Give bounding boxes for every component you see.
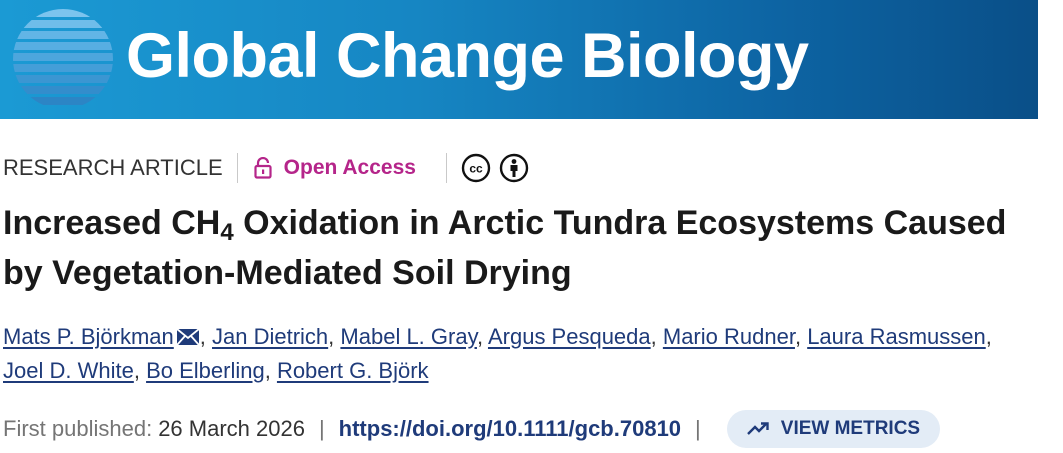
open-access-label: Open Access [283, 156, 416, 179]
author-line-2: Joel D. White, Bo Elberling, Robert G. B… [3, 358, 429, 383]
attribution-icon[interactable] [499, 153, 529, 183]
author-link[interactable]: Mario Rudner [663, 324, 795, 349]
author-line-1: Mats P. Björkman, Jan Dietrich, Mabel L.… [3, 324, 992, 349]
author-link[interactable]: Robert G. Björk [277, 358, 429, 383]
title-line-2: by Vegetation-Mediated Soil Drying [3, 254, 572, 292]
email-envelope-icon[interactable] [176, 328, 200, 346]
author-link[interactable]: Jan Dietrich [212, 324, 328, 349]
author-link[interactable]: Argus Pesqueda [488, 324, 651, 349]
journal-title: Global Change Biology [126, 21, 809, 91]
publication-date: 26 March 2026 [158, 416, 305, 441]
divider [445, 153, 447, 183]
globe-logo-icon [13, 9, 113, 105]
author-link[interactable]: Laura Rasmussen [807, 324, 986, 349]
svg-text:cc: cc [469, 162, 483, 176]
separator: | [695, 416, 701, 441]
author-list: Mats P. Björkman, Jan Dietrich, Mabel L.… [3, 320, 1063, 388]
author-link[interactable]: Bo Elberling [146, 358, 265, 383]
trending-up-icon [746, 422, 769, 435]
separator: | [318, 416, 325, 441]
journal-banner[interactable]: Global Change Biology [0, 0, 1038, 119]
author-link[interactable]: Mabel L. Gray [340, 324, 477, 349]
publication-row: First published: 26 March 2026 | https:/… [3, 410, 941, 448]
author-link[interactable]: Mats P. Björkman [3, 324, 174, 349]
title-subscript: 4 [220, 219, 234, 246]
title-text: Increased CH [3, 204, 221, 242]
unlocked-padlock-icon [254, 157, 272, 179]
title-line-1: Increased CH4 Oxidation in Arctic Tundra… [3, 198, 1063, 248]
article-meta-row: RESEARCH ARTICLE Open Access cc [3, 150, 529, 186]
license-icons[interactable]: cc [461, 153, 529, 183]
first-published-label: First published: [3, 416, 153, 441]
open-access-badge[interactable]: Open Access [254, 156, 416, 180]
article-title: Increased CH4 Oxidation in Arctic Tundra… [3, 198, 1063, 298]
view-metrics-label: VIEW METRICS [780, 418, 921, 439]
view-metrics-button[interactable]: VIEW METRICS [726, 410, 941, 448]
doi-link[interactable]: https://doi.org/10.1111/gcb.70810 [339, 416, 681, 442]
title-text: Oxidation in Arctic Tundra Ecosystems Ca… [233, 204, 1007, 242]
author-link[interactable]: Joel D. White [3, 358, 134, 383]
article-type: RESEARCH ARTICLE [3, 155, 223, 180]
divider [236, 153, 238, 183]
creative-commons-icon[interactable]: cc [461, 153, 491, 183]
